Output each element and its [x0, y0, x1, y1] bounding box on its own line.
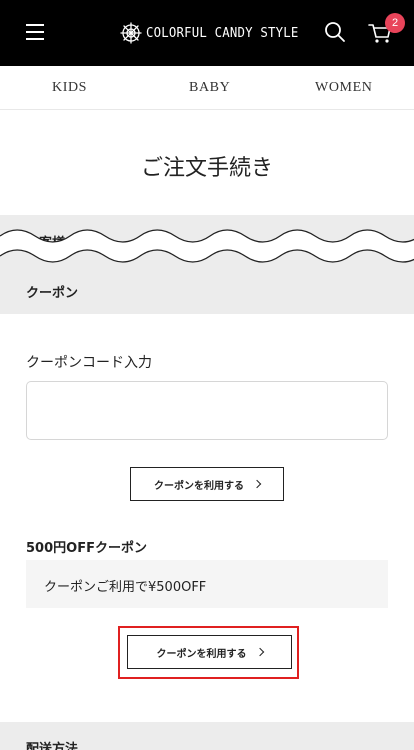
brand-name: COLORFUL CANDY STYLE	[146, 25, 299, 41]
delivery-section-header: 配送方法	[0, 722, 414, 750]
search-icon[interactable]	[324, 21, 346, 43]
page-title: ご注文手続き	[140, 156, 273, 181]
snowflake-logo-icon	[120, 22, 142, 44]
nav-item-women[interactable]: WOMEN	[315, 80, 372, 96]
cart-count-badge: 2	[385, 13, 405, 33]
coupon-offer-box: クーポンご利用で¥500OFF	[26, 560, 388, 608]
nav-item-baby[interactable]: BABY	[189, 80, 230, 96]
category-nav: KIDS BABY WOMEN	[0, 66, 414, 110]
coupon-section-header: クーポン	[0, 267, 414, 314]
coupon-offer-title: 500円OFFクーポン	[26, 541, 147, 556]
wavy-divider	[0, 229, 414, 263]
chevron-right-icon	[252, 479, 262, 489]
site-header: COLORFUL CANDY STYLE 2	[0, 0, 414, 66]
apply-coupon-code-label: クーポンを利用する	[154, 480, 244, 492]
coupon-offer-description: クーポンご利用で¥500OFF	[44, 580, 207, 595]
coupon-code-input[interactable]	[26, 381, 388, 440]
apply-coupon-code-button[interactable]: クーポンを利用する	[130, 467, 284, 501]
apply-coupon-offer-label: クーポンを利用する	[156, 648, 247, 660]
chevron-right-icon	[255, 647, 264, 657]
delivery-heading: 配送方法	[26, 742, 79, 750]
brand-logo[interactable]: COLORFUL CANDY STYLE	[120, 20, 307, 46]
nav-item-kids[interactable]: KIDS	[52, 80, 87, 96]
coupon-heading: クーポン	[26, 286, 79, 301]
hamburger-menu-icon[interactable]	[26, 24, 44, 40]
apply-coupon-offer-button[interactable]: クーポンを利用する	[127, 635, 292, 669]
coupon-code-label: クーポンコード入力	[26, 355, 152, 371]
